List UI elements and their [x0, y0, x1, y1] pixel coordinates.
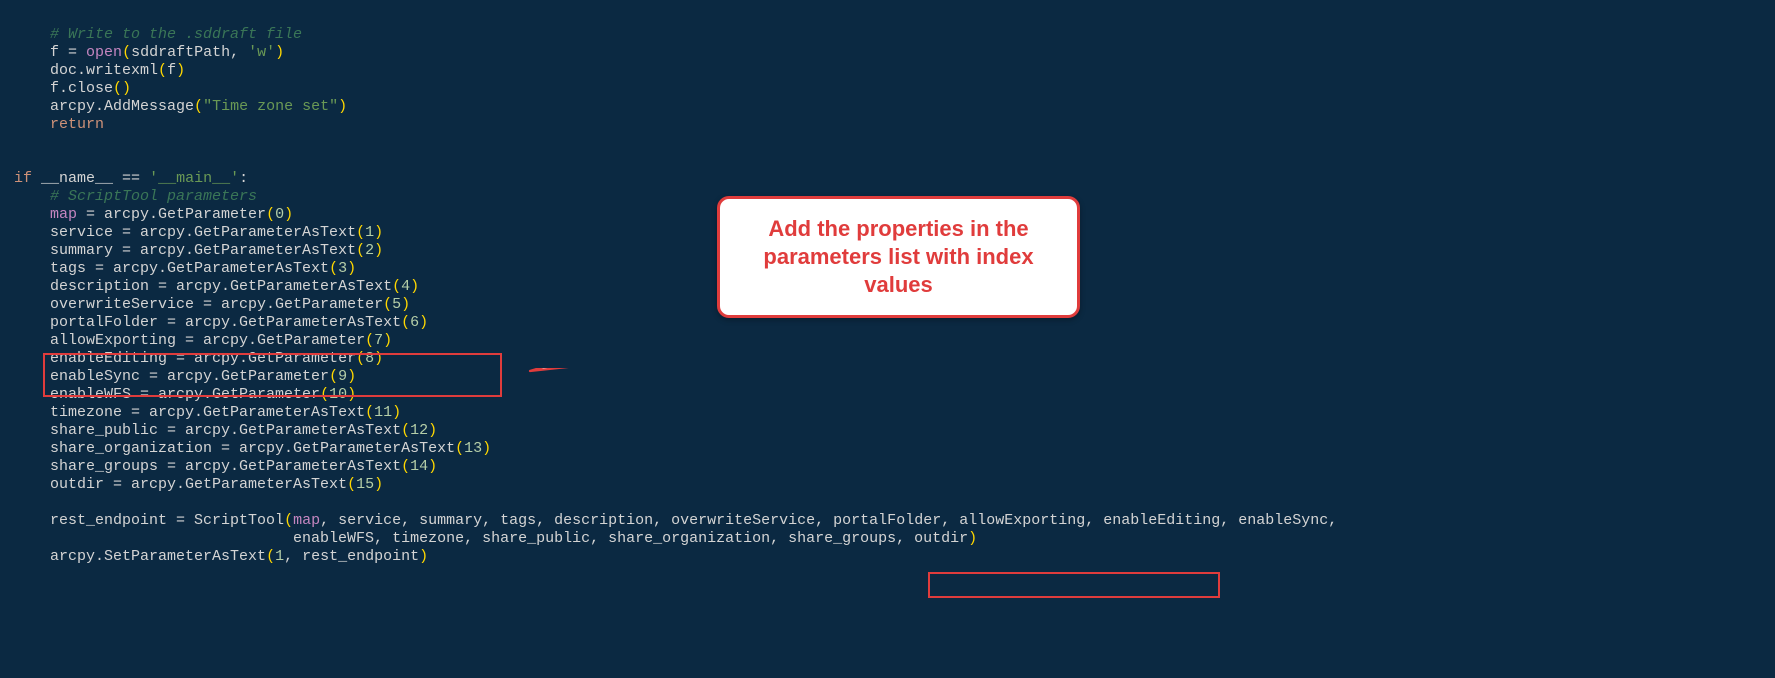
code-line: rest_endpoint = ScriptTool(map, service,… — [14, 512, 1337, 529]
code-line: summary = arcpy.GetParameterAsText(2) — [14, 242, 383, 259]
callout-text: Add the properties in the parameters lis… — [763, 216, 1033, 297]
code-line: overwriteService = arcpy.GetParameter(5) — [14, 296, 410, 313]
code-line: share_groups = arcpy.GetParameterAsText(… — [14, 458, 437, 475]
code-line — [14, 152, 23, 169]
code-line — [14, 134, 23, 151]
code-line: service = arcpy.GetParameterAsText(1) — [14, 224, 383, 241]
code-line: tags = arcpy.GetParameterAsText(3) — [14, 260, 356, 277]
code-line: arcpy.AddMessage("Time zone set") — [14, 98, 347, 115]
code-line: description = arcpy.GetParameterAsText(4… — [14, 278, 419, 295]
code-line: map = arcpy.GetParameter(0) — [14, 206, 293, 223]
code-line: share_public = arcpy.GetParameterAsText(… — [14, 422, 437, 439]
code-line: doc.writexml(f) — [14, 62, 185, 79]
code-line: f = open(sddraftPath, 'w') — [14, 44, 284, 61]
code-line: enableWFS = arcpy.GetParameter(10) — [14, 386, 356, 403]
code-line: f.close() — [14, 80, 131, 97]
code-line: arcpy.SetParameterAsText(1, rest_endpoin… — [14, 548, 428, 565]
code-line: enableEditing = arcpy.GetParameter(8) — [14, 350, 383, 367]
highlight-box-args — [928, 572, 1220, 598]
code-line: share_organization = arcpy.GetParameterA… — [14, 440, 491, 457]
code-line: enableWFS, timezone, share_public, share… — [14, 530, 977, 547]
code-line: # ScriptTool parameters — [14, 188, 257, 205]
code-line: outdir = arcpy.GetParameterAsText(15) — [14, 476, 383, 493]
comment: # Write to the .sddraft file — [50, 26, 302, 43]
code-line: return — [14, 116, 104, 133]
code-line: # Write to the .sddraft file — [14, 26, 302, 43]
code-line: allowExporting = arcpy.GetParameter(7) — [14, 332, 392, 349]
code-line: enableSync = arcpy.GetParameter(9) — [14, 368, 356, 385]
code-line: if __name__ == '__main__': — [14, 170, 248, 187]
comment: # ScriptTool parameters — [50, 188, 257, 205]
code-line: portalFolder = arcpy.GetParameterAsText(… — [14, 314, 428, 331]
code-line — [14, 494, 23, 511]
code-line: timezone = arcpy.GetParameterAsText(11) — [14, 404, 401, 421]
annotation-callout: Add the properties in the parameters lis… — [717, 196, 1080, 318]
